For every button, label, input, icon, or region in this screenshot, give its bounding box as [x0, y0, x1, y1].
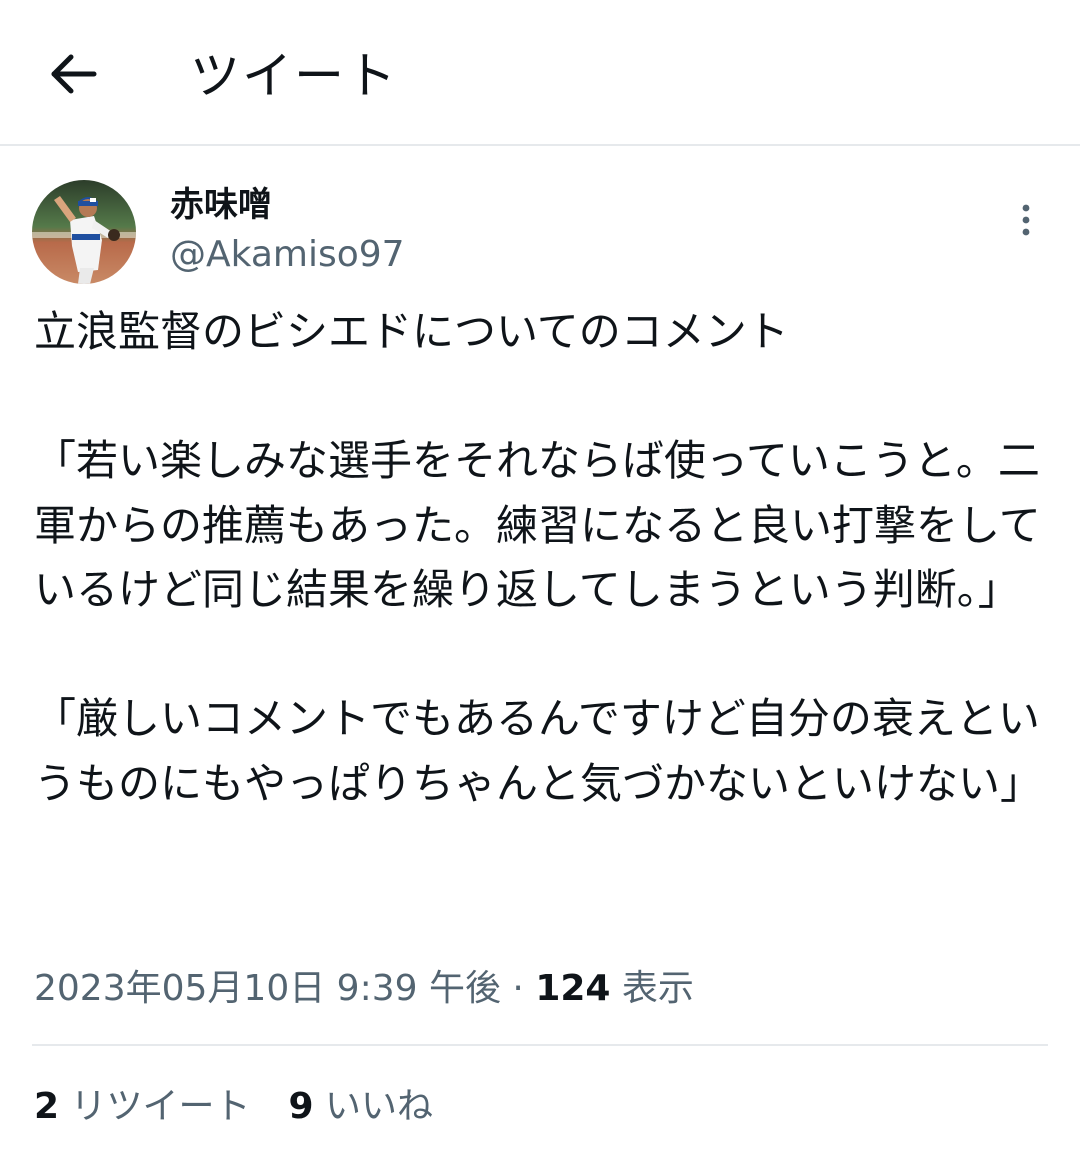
tweet-text: 立浪監督のビシエドについてのコメント 「若い楽しみな選手をそれならば使っていこう…: [34, 307, 1043, 808]
meta-separator: ·: [500, 968, 536, 1009]
author-handle[interactable]: @Akamiso97: [170, 232, 405, 278]
page-title: ツイート: [190, 47, 398, 105]
tweet-timestamp[interactable]: 2023年05月10日 9:39 午後: [34, 968, 501, 1009]
more-options-button[interactable]: [1008, 202, 1044, 238]
views-label: 表示: [610, 968, 694, 1009]
avatar[interactable]: [32, 180, 136, 284]
back-button[interactable]: [44, 50, 100, 98]
author-display-name[interactable]: 赤味噌: [170, 182, 272, 228]
likes-label: いいね: [313, 1086, 434, 1127]
likes-count: 9: [288, 1086, 314, 1127]
retweets-stat[interactable]: 2 リツイート: [34, 1082, 251, 1132]
top-bar: ツイート: [0, 0, 1080, 146]
views-count: 124: [535, 968, 611, 1009]
retweets-label: リツイート: [59, 1086, 251, 1127]
vertical-ellipsis-icon: [1022, 204, 1030, 236]
likes-stat[interactable]: 9 いいね: [289, 1082, 434, 1132]
arrow-left-icon: [51, 54, 97, 94]
engagement-stats: 2 リツイート 9 いいね: [34, 1082, 433, 1132]
retweets-count: 2: [34, 1086, 60, 1127]
baseball-pitcher-photo: [32, 180, 136, 284]
tweet-meta: 2023年05月10日 9:39 午後 · 124 表示: [34, 964, 694, 1014]
divider: [32, 1044, 1048, 1046]
